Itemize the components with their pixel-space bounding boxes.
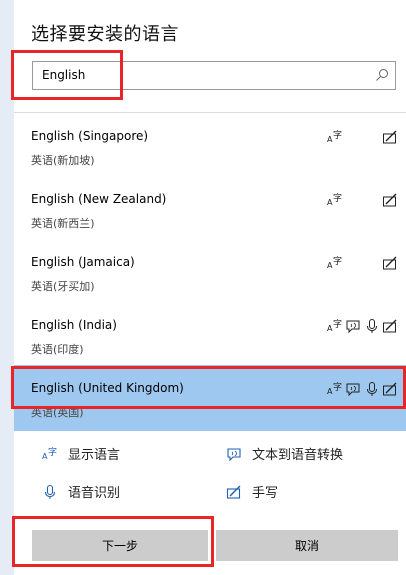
language-name: English (Singapore): [31, 129, 149, 143]
language-name: English (Jamaica): [31, 255, 135, 269]
language-native-name: 英语(新西兰): [31, 217, 95, 230]
feature-legend: A字 显示语言 文本到语音转换 语音识别 手写: [14, 440, 406, 510]
handwriting-icon: [382, 318, 398, 334]
list-item[interactable]: English (India) 英语(印度) A字: [14, 302, 406, 365]
handwriting-icon: [382, 129, 398, 145]
display-language-icon: A字: [327, 129, 343, 145]
selected-item-highlight-box: [11, 366, 406, 409]
legend-label: 显示语言: [68, 448, 121, 463]
display-language-icon: A字: [327, 192, 343, 208]
svg-text:字: 字: [333, 318, 342, 330]
search-icon[interactable]: [375, 68, 389, 82]
display-language-icon: A字: [327, 318, 343, 334]
search-highlight-box: [11, 50, 123, 100]
dialog-title: 选择要安装的语言: [31, 24, 179, 45]
list-item[interactable]: English (Singapore) 英语(新加坡) A字: [14, 113, 406, 176]
microphone-icon: [44, 484, 56, 499]
legend-label: 手写: [252, 486, 279, 501]
handwriting-icon: [226, 485, 241, 499]
next-button-highlight-box: [12, 516, 214, 567]
legend-text-to-speech: 文本到语音转换: [226, 444, 343, 463]
svg-text:字: 字: [333, 255, 342, 267]
svg-text:字: 字: [48, 446, 57, 458]
language-native-name: 英语(新加坡): [31, 154, 95, 167]
legend-speech-recognition: 语音识别: [42, 482, 120, 501]
text-to-speech-icon: [227, 447, 241, 461]
handwriting-icon: [382, 192, 398, 208]
list-item[interactable]: English (New Zealand) 英语(新西兰) A字: [14, 176, 406, 239]
language-native-name: 英语(牙买加): [31, 280, 95, 293]
legend-label: 文本到语音转换: [252, 448, 344, 463]
language-name: English (India): [31, 318, 117, 332]
legend-handwriting: 手写: [226, 482, 278, 501]
cancel-button[interactable]: 取消: [216, 530, 398, 561]
legend-display-language: A字 显示语言: [42, 444, 121, 464]
handwriting-icon: [382, 255, 398, 271]
language-name: English (New Zealand): [31, 192, 167, 206]
list-item[interactable]: English (Jamaica) 英语(牙买加) A字: [14, 239, 406, 302]
display-language-icon: A字: [327, 255, 343, 271]
svg-text:字: 字: [333, 192, 342, 204]
display-language-icon: A字: [42, 446, 57, 461]
language-native-name: 英语(印度): [31, 343, 84, 356]
legend-label: 语音识别: [68, 486, 121, 501]
text-to-speech-icon: [345, 318, 361, 334]
microphone-icon: [364, 318, 380, 334]
svg-text:字: 字: [333, 129, 342, 141]
